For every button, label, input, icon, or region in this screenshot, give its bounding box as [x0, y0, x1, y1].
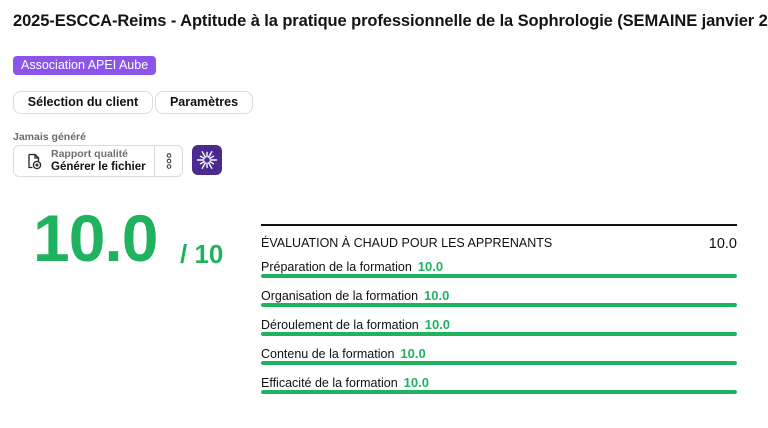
client-selection-button[interactable]: Sélection du client: [13, 91, 153, 114]
evaluation-total: 10.0: [708, 236, 737, 252]
evaluation-row: Déroulement de la formation 10.0: [261, 316, 737, 340]
overall-score-max: / 10: [180, 239, 224, 269]
evaluation-score: 10.0: [424, 288, 450, 303]
more-options-button[interactable]: [155, 146, 183, 176]
overall-score: 10.0: [33, 201, 158, 275]
evaluation-score: 10.0: [417, 259, 444, 274]
generation-status: Jamais généré: [13, 131, 86, 143]
progress-track: [261, 303, 737, 307]
evaluation-label: Préparation de la formation: [261, 260, 412, 274]
progress-fill: [261, 390, 737, 394]
quality-report-card: Rapport qualité Générer le fichier: [13, 145, 183, 177]
report-title: Rapport qualité: [51, 148, 129, 160]
generate-report-button[interactable]: Rapport qualité Générer le fichier: [14, 146, 154, 176]
evaluation-label: Efficacité de la formation: [261, 376, 398, 390]
ai-assistant-button[interactable]: [192, 145, 222, 175]
evaluation-label: Contenu de la formation: [261, 347, 395, 361]
progress-fill: [261, 332, 737, 336]
progress-track: [261, 274, 737, 278]
page-title: 2025-ESCCA-Reims - Aptitude à la pratiqu…: [13, 12, 768, 30]
report-action-label: Générer le fichier: [51, 161, 146, 173]
divider: [261, 224, 737, 226]
evaluation-label: Organisation de la formation: [261, 289, 419, 303]
sparkle-burst-icon: [196, 151, 218, 169]
progress-fill: [261, 274, 737, 278]
client-tag[interactable]: Association APEI Aube: [13, 56, 157, 75]
evaluation-label: Déroulement de la formation: [261, 318, 419, 332]
progress-track: [261, 361, 737, 365]
evaluation-score: 10.0: [424, 317, 451, 332]
evaluation-score: 10.0: [403, 375, 429, 390]
progress-track: [261, 332, 737, 336]
evaluation-row: Contenu de la formation 10.0: [261, 345, 737, 369]
progress-fill: [261, 361, 737, 365]
evaluation-score: 10.0: [400, 346, 426, 361]
evaluation-row: Efficacité de la formation 10.0: [261, 374, 737, 398]
progress-fill: [261, 303, 737, 307]
progress-track: [261, 390, 737, 394]
evaluation-row: Organisation de la formation 10.0: [261, 287, 737, 311]
evaluation-title: ÉVALUATION À CHAUD POUR LES APPRENANTS: [261, 236, 553, 250]
parameters-button[interactable]: Paramètres: [155, 91, 253, 114]
evaluation-row: Préparation de la formation 10.0: [261, 258, 737, 282]
more-vertical-icon: [166, 153, 172, 169]
file-add-icon: [28, 153, 42, 170]
